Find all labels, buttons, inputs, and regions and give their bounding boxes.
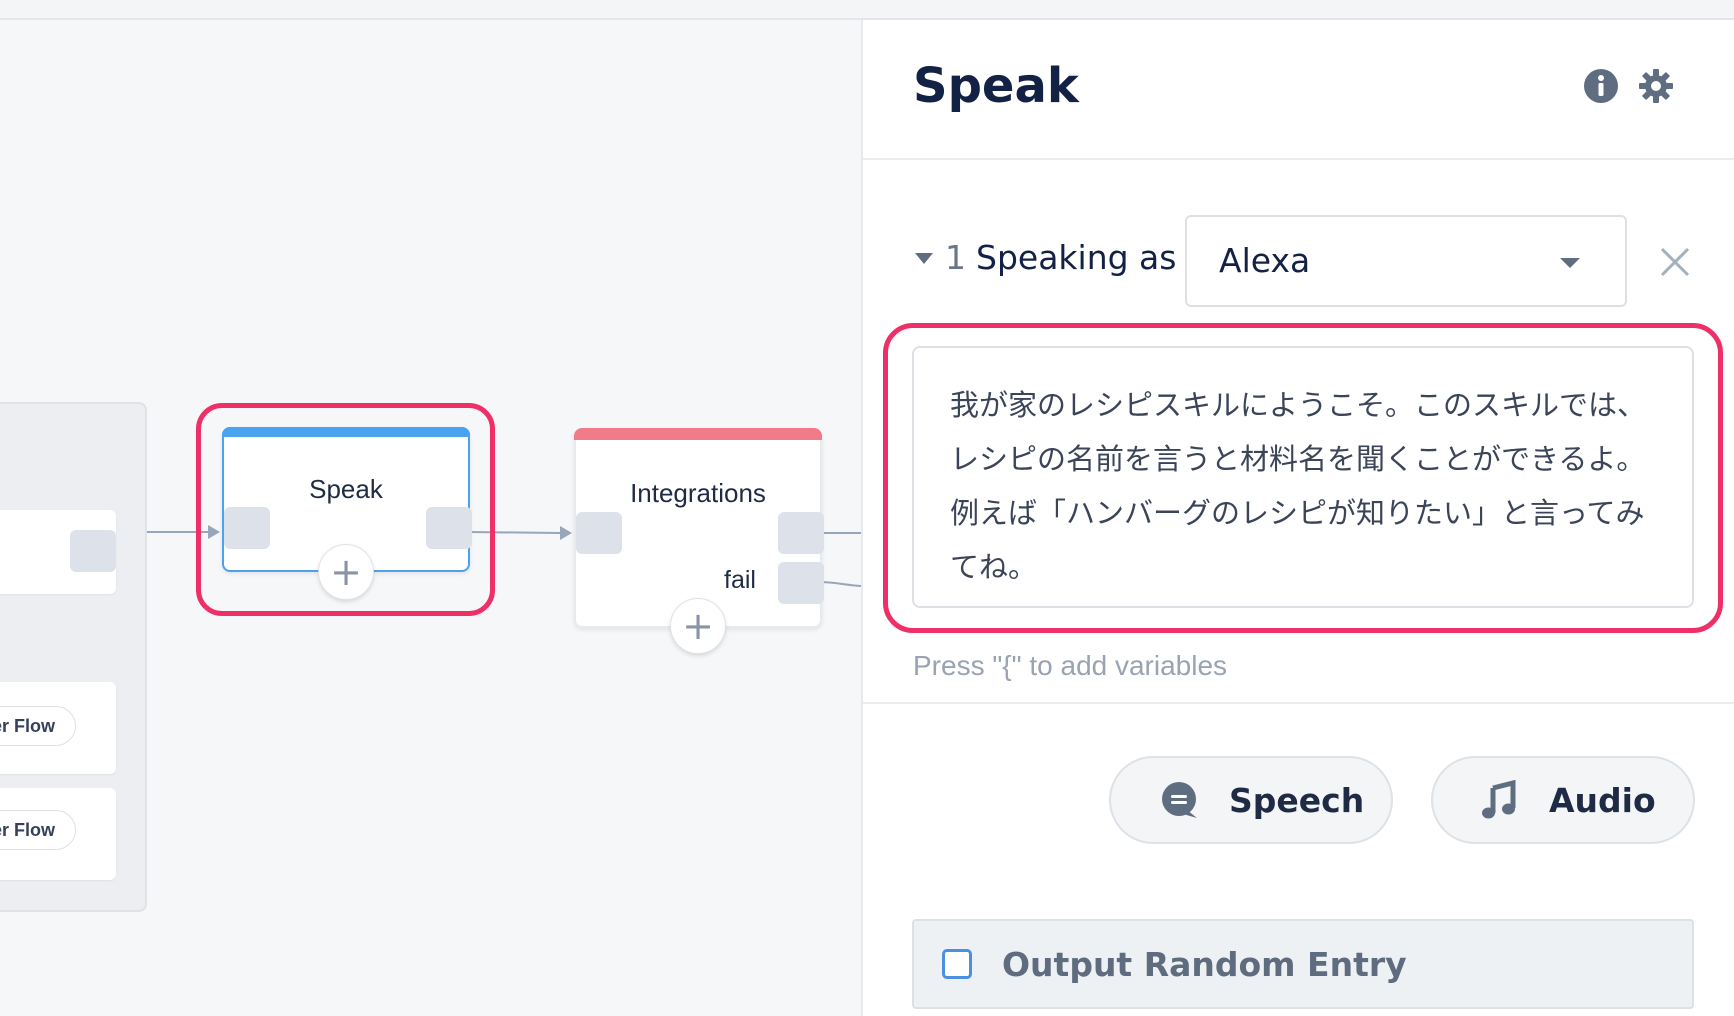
divider [863, 158, 1734, 160]
output-random-entry-row[interactable]: Output Random Entry [912, 919, 1694, 1009]
success-port[interactable] [778, 512, 824, 554]
chevron-down-icon [1560, 258, 1580, 268]
add-step-button[interactable]: + [670, 598, 726, 654]
gear-icon[interactable] [1638, 68, 1674, 104]
flow-canvas[interactable]: ter Flow ter Flow Speak + Integrations f… [0, 20, 861, 1016]
group-card-1[interactable] [0, 510, 116, 594]
fail-port[interactable] [778, 562, 824, 604]
caret-down-icon[interactable] [913, 250, 935, 266]
add-speech-button[interactable]: Speech [1109, 756, 1393, 844]
info-icon[interactable] [1583, 68, 1619, 104]
output-random-entry-label: Output Random Entry [1002, 944, 1407, 984]
top-bar [0, 0, 1734, 20]
speech-button-label: Speech [1229, 780, 1365, 820]
enter-flow-pill[interactable]: ter Flow [0, 706, 76, 746]
enter-flow-pill[interactable]: ter Flow [0, 810, 76, 850]
integrations-node-accent [574, 428, 822, 440]
integrations-node-title: Integrations [630, 478, 766, 508]
input-port[interactable] [576, 512, 622, 554]
close-icon[interactable] [1658, 245, 1692, 279]
audio-button-label: Audio [1549, 780, 1656, 820]
variables-hint: Press "{" to add variables [913, 650, 1228, 681]
speaking-as-text: Speaking as [976, 238, 1177, 277]
speech-bubble-icon [1162, 782, 1197, 818]
group-card-2[interactable]: ter Flow [0, 682, 116, 774]
group-card-3[interactable]: ter Flow [0, 788, 116, 880]
add-audio-button[interactable]: Audio [1431, 756, 1695, 844]
divider [863, 702, 1734, 704]
editor-panel: Speak 1 Speaking as Alexa 我が家のレシピスキルにようこ… [861, 20, 1734, 1016]
output-port[interactable] [70, 530, 116, 572]
speak-node-highlight [196, 403, 495, 616]
music-note-icon [1482, 780, 1516, 819]
output-random-entry-checkbox[interactable] [942, 949, 972, 979]
speaking-as-label[interactable]: 1 Speaking as [913, 238, 1176, 277]
voice-select-value: Alexa [1219, 241, 1311, 280]
fail-label: fail [724, 566, 756, 594]
flow-group-block[interactable]: ter Flow ter Flow [0, 402, 147, 912]
speaking-index: 1 [945, 238, 966, 277]
textarea-highlight [883, 323, 1723, 633]
voice-select[interactable]: Alexa [1185, 215, 1627, 307]
panel-title: Speak [913, 58, 1079, 114]
